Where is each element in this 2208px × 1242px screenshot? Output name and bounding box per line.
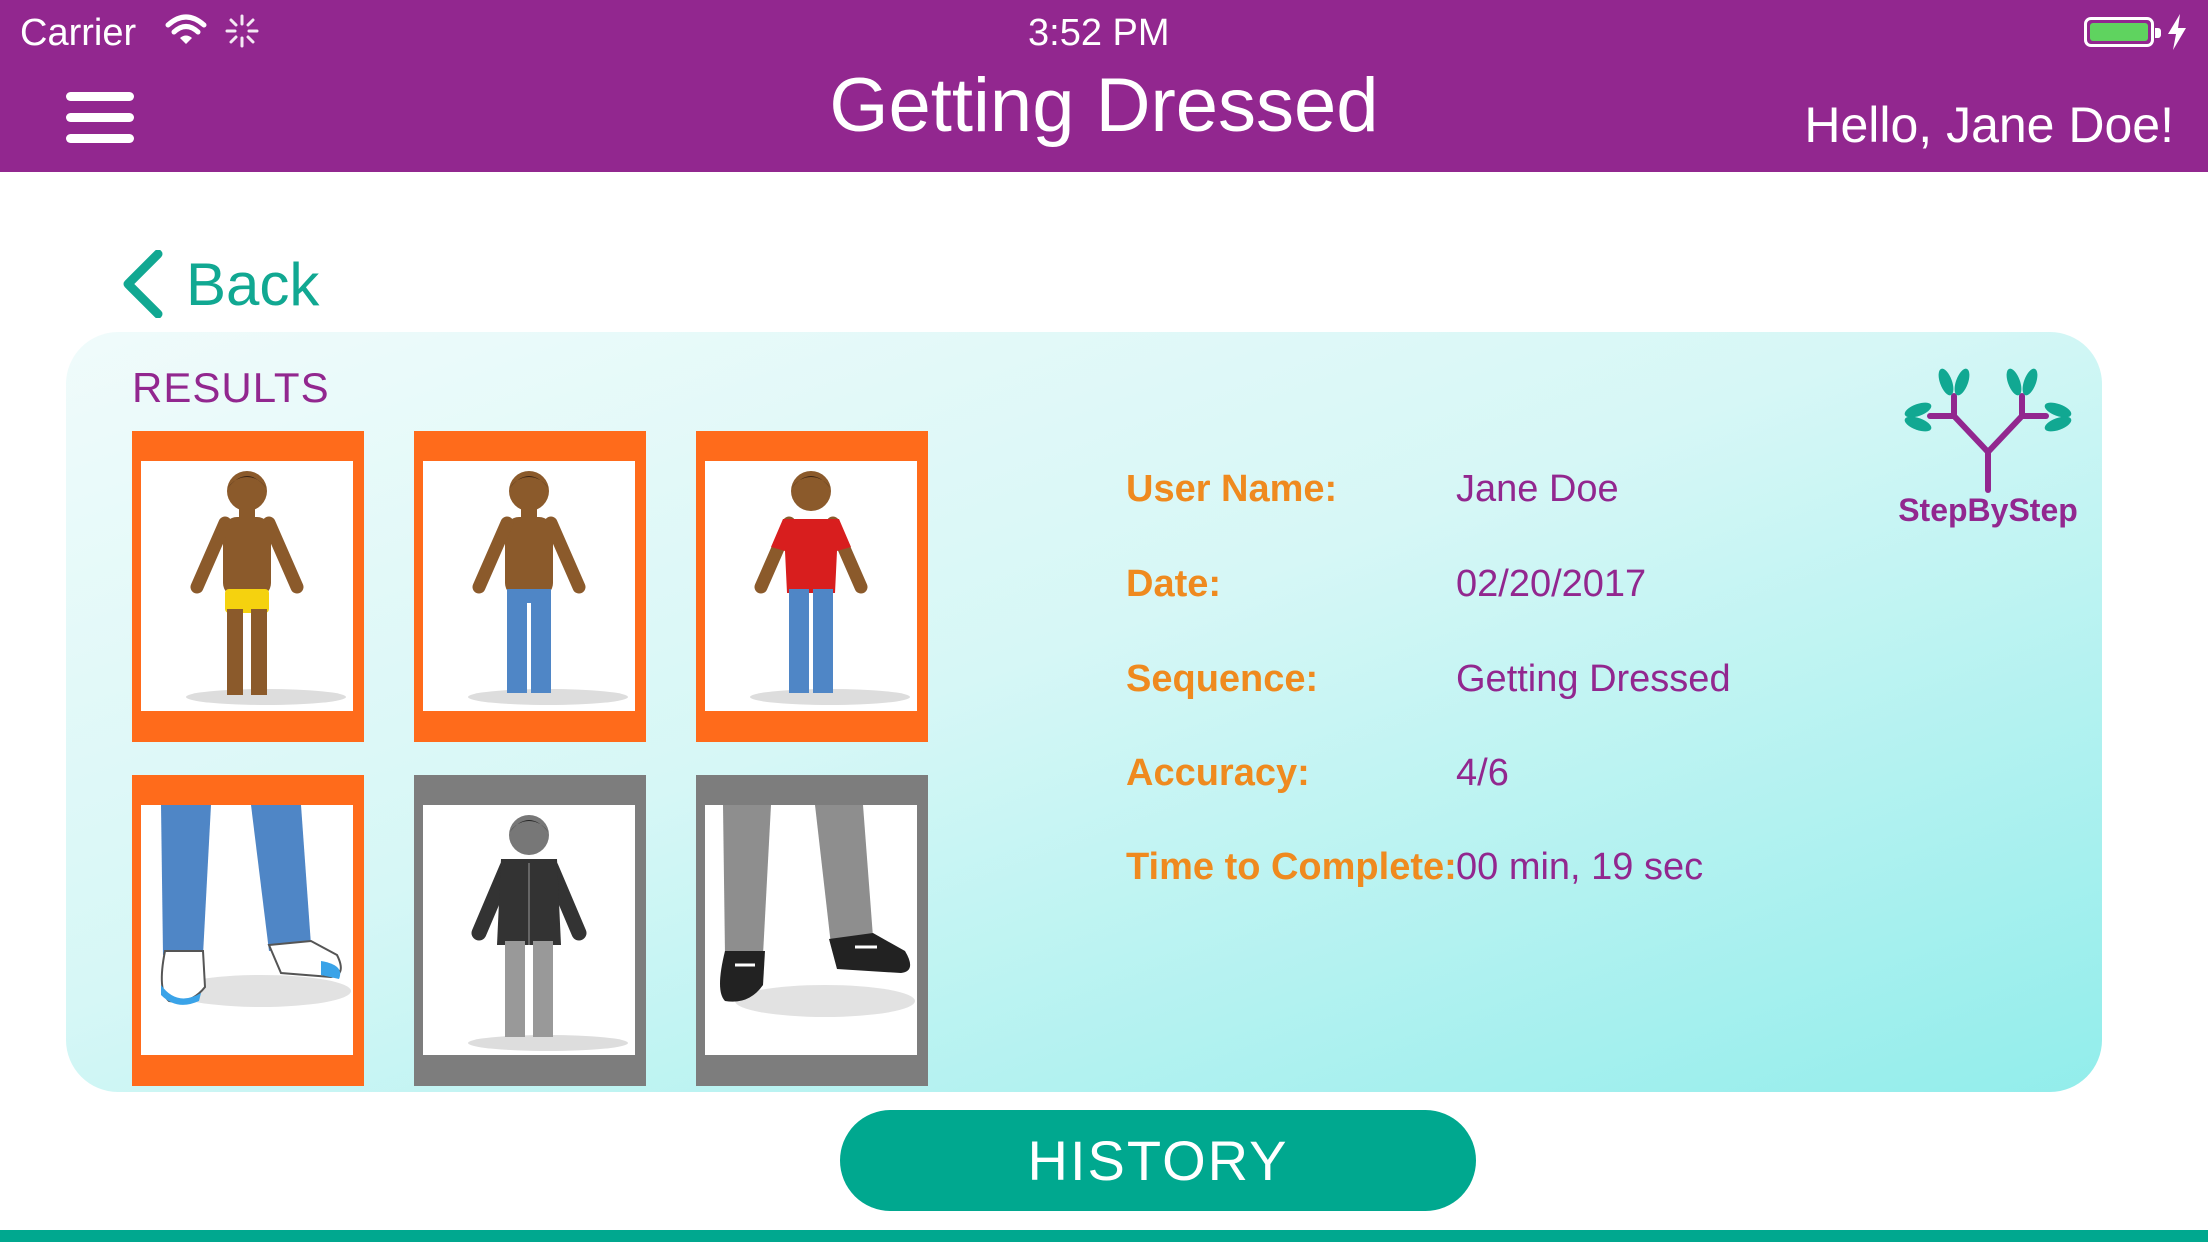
back-button[interactable]: Back [120,246,319,322]
app-header: Carrier 3:52 PM Getting Dressed Hello, J… [0,0,2208,172]
sequence-tile-correct[interactable] [696,431,928,742]
history-button[interactable]: HISTORY [840,1110,1476,1211]
sequence-label: Sequence: [1126,658,1319,700]
time-value: 00 min, 19 sec [1456,846,1704,888]
back-label: Back [186,250,320,318]
battery-icon [2084,17,2161,47]
sequence-value: Getting Dressed [1456,658,1731,700]
sequence-tile-incorrect[interactable] [696,775,928,1086]
charging-bolt-icon [2168,14,2186,50]
accuracy-value: 4/6 [1456,752,1509,794]
boy-in-red-shirt-icon [705,461,917,711]
feet-in-socks-icon [141,805,353,1055]
accuracy-label: Accuracy: [1126,752,1310,794]
results-heading: RESULTS [132,364,330,411]
boy-in-underwear-icon [141,461,353,711]
bottom-accent-bar [0,1230,2208,1242]
chevron-left-icon [123,250,163,318]
carrier-label: Carrier [20,12,137,54]
feet-in-shoes-icon [705,805,917,1055]
sequence-tile-correct[interactable] [414,431,646,742]
user-greeting: Hello, Jane Doe! [1804,97,2174,153]
sequence-tile-correct[interactable] [132,775,364,1086]
user-name-value: Jane Doe [1456,468,1619,510]
date-label: Date: [1126,563,1222,605]
sequence-tile-incorrect[interactable] [414,775,646,1086]
date-value: 02/20/2017 [1456,563,1647,605]
time-label: Time to Complete: [1126,846,1457,888]
user-name-label: User Name: [1126,468,1338,510]
boy-in-hoodie-icon [423,805,635,1055]
activity-spinner-icon [225,14,259,48]
logo-wordmark: StepByStep [1898,492,2078,528]
status-time: 3:52 PM [1028,12,1170,54]
sequence-tile-correct[interactable] [132,431,364,742]
results-card [66,332,2102,1092]
wifi-icon [165,14,207,44]
boy-in-jeans-icon [423,461,635,711]
